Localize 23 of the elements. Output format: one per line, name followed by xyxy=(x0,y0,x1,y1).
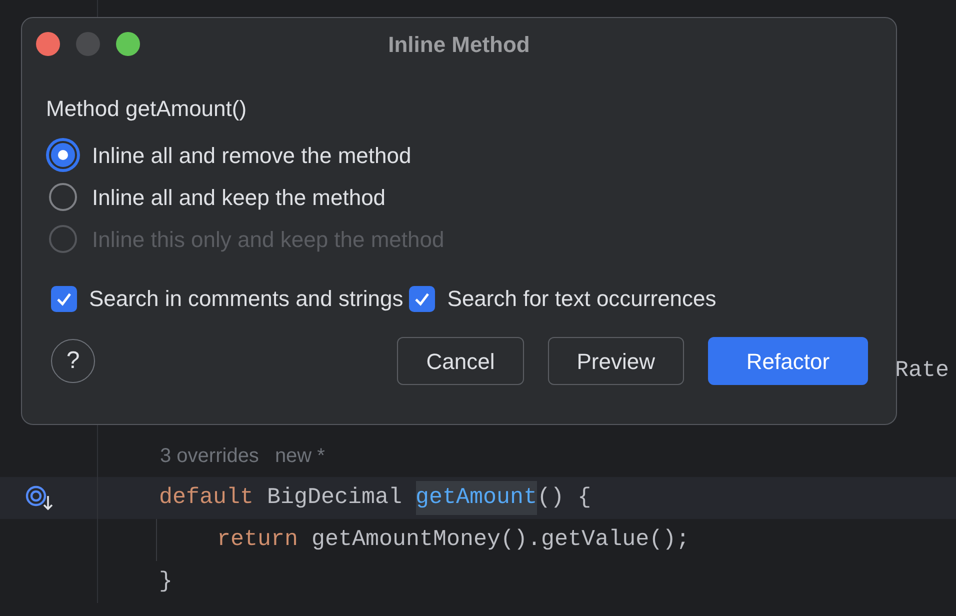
dialog-button[interactable]: Preview xyxy=(548,337,684,385)
code-token: default xyxy=(159,483,254,512)
code-text: Rate xyxy=(895,356,950,386)
checkbox[interactable] xyxy=(409,286,436,312)
dialog-button[interactable]: Cancel xyxy=(397,337,524,385)
code-token: getAmountMoney().getValue(); xyxy=(310,525,690,554)
close-button[interactable] xyxy=(36,32,60,56)
dialog-button[interactable]: Refactor xyxy=(708,337,868,385)
help-button[interactable]: ? xyxy=(51,339,95,383)
method-label: Method getAmount() xyxy=(46,95,248,122)
code-token: () { xyxy=(537,483,592,512)
checkbox-label: Search in comments and strings xyxy=(89,285,404,313)
zoom-button[interactable] xyxy=(116,32,140,56)
code-token: getAmount xyxy=(416,481,538,515)
option-label: Inline all and remove the method xyxy=(92,142,412,170)
window-title: Inline Method xyxy=(388,30,530,58)
radio-button[interactable] xyxy=(46,138,80,172)
code-token: } xyxy=(159,567,173,596)
option-label: Inline all and keep the method xyxy=(92,184,386,212)
code-token: return xyxy=(217,525,298,554)
checkbox-label: Search for text occurrences xyxy=(447,285,716,313)
checkbox[interactable] xyxy=(51,286,77,312)
code-token: BigDecimal xyxy=(266,483,404,512)
